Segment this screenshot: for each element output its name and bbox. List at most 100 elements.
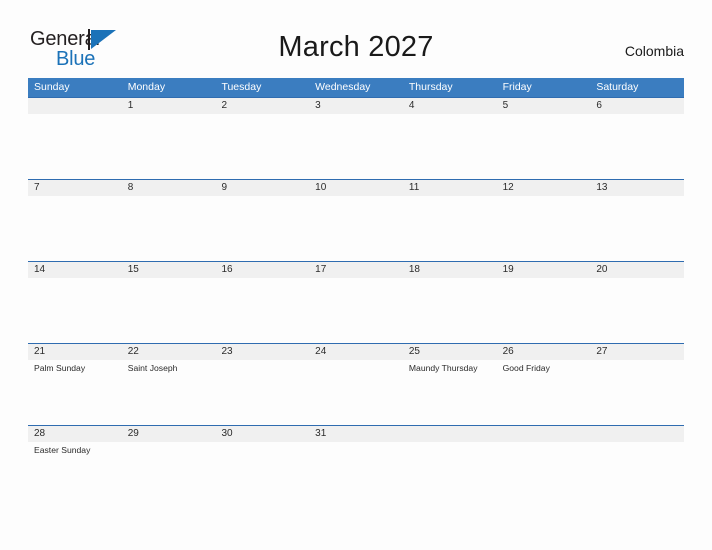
day-cell[interactable] — [122, 196, 216, 261]
day-cell[interactable] — [215, 196, 309, 261]
weekday-header-sunday: Sunday — [34, 81, 70, 93]
day-cell[interactable] — [590, 196, 684, 261]
weekday-header-thursday: Thursday — [408, 81, 453, 93]
page-title: March 2027 — [278, 31, 434, 63]
day-cell[interactable] — [497, 442, 591, 507]
day-cell[interactable] — [403, 278, 497, 343]
week-row: 21 22 23 24 25 26 27 Palm Sunday Saint J… — [28, 343, 684, 425]
day-number[interactable]: 3 — [309, 98, 403, 114]
weekday-header-monday: Monday — [127, 81, 166, 93]
day-number[interactable]: 11 — [403, 180, 497, 196]
day-cell[interactable] — [215, 442, 309, 507]
day-number[interactable]: 12 — [497, 180, 591, 196]
day-cell[interactable] — [309, 360, 403, 425]
day-number[interactable]: 21 — [28, 344, 122, 360]
day-number[interactable] — [28, 98, 122, 114]
day-number[interactable]: 1 — [122, 98, 216, 114]
page-header: General Blue March 2027 Colombia — [0, 0, 712, 76]
day-cell[interactable] — [28, 114, 122, 179]
weekday-header-tuesday: Tuesday — [221, 81, 262, 93]
day-number[interactable]: 20 — [590, 262, 684, 278]
day-number[interactable]: 13 — [590, 180, 684, 196]
day-number[interactable]: 27 — [590, 344, 684, 360]
day-cell[interactable] — [28, 278, 122, 343]
day-cell[interactable]: Palm Sunday — [28, 360, 122, 425]
week-date-band: 21 22 23 24 25 26 27 — [28, 344, 684, 360]
day-number[interactable]: 14 — [28, 262, 122, 278]
day-number[interactable]: 22 — [122, 344, 216, 360]
day-cell[interactable]: Maundy Thursday — [403, 360, 497, 425]
day-number[interactable] — [497, 426, 591, 442]
day-cell[interactable] — [309, 196, 403, 261]
day-cell[interactable] — [403, 114, 497, 179]
day-number[interactable]: 15 — [122, 262, 216, 278]
day-cell[interactable] — [497, 196, 591, 261]
day-number[interactable]: 24 — [309, 344, 403, 360]
calendar-page: General Blue March 2027 Colombia Sunday … — [0, 0, 712, 550]
day-cell[interactable]: Good Friday — [497, 360, 591, 425]
event-label: Good Friday — [502, 363, 550, 373]
day-number[interactable]: 31 — [309, 426, 403, 442]
day-number[interactable]: 30 — [215, 426, 309, 442]
day-number[interactable]: 29 — [122, 426, 216, 442]
day-cell[interactable] — [403, 442, 497, 507]
day-number[interactable]: 10 — [309, 180, 403, 196]
day-cell[interactable] — [590, 278, 684, 343]
week-date-band: 14 15 16 17 18 19 20 — [28, 262, 684, 278]
weekday-header-saturday: Saturday — [596, 81, 639, 93]
day-number[interactable]: 28 — [28, 426, 122, 442]
week-row: 7 8 9 10 11 12 13 — [28, 179, 684, 261]
day-number[interactable]: 9 — [215, 180, 309, 196]
weekday-header-friday: Friday — [502, 81, 532, 93]
week-date-band: 7 8 9 10 11 12 13 — [28, 180, 684, 196]
day-cell[interactable] — [215, 360, 309, 425]
day-number[interactable]: 26 — [497, 344, 591, 360]
week-event-band — [28, 196, 684, 261]
week-event-band — [28, 278, 684, 343]
day-number[interactable]: 2 — [215, 98, 309, 114]
day-number[interactable]: 18 — [403, 262, 497, 278]
day-number[interactable]: 5 — [497, 98, 591, 114]
day-number[interactable]: 7 — [28, 180, 122, 196]
day-cell[interactable] — [590, 442, 684, 507]
day-cell[interactable] — [28, 196, 122, 261]
week-event-band — [28, 114, 684, 179]
week-row: 14 15 16 17 18 19 20 — [28, 261, 684, 343]
day-cell[interactable] — [215, 278, 309, 343]
day-cell[interactable] — [497, 278, 591, 343]
day-number[interactable]: 25 — [403, 344, 497, 360]
day-cell[interactable] — [309, 114, 403, 179]
day-cell[interactable] — [122, 442, 216, 507]
event-label: Easter Sunday — [34, 445, 91, 455]
day-cell[interactable] — [590, 360, 684, 425]
day-cell[interactable]: Saint Joseph — [122, 360, 216, 425]
day-number[interactable]: 17 — [309, 262, 403, 278]
event-label: Palm Sunday — [34, 363, 86, 373]
day-cell[interactable] — [215, 114, 309, 179]
day-number[interactable]: 16 — [215, 262, 309, 278]
weekday-header-row: Sunday Monday Tuesday Wednesday Thursday… — [28, 78, 684, 97]
day-cell[interactable] — [309, 278, 403, 343]
day-number[interactable] — [403, 426, 497, 442]
week-event-band: Easter Sunday — [28, 442, 684, 507]
day-cell[interactable] — [497, 114, 591, 179]
calendar-grid: Sunday Monday Tuesday Wednesday Thursday… — [28, 78, 684, 507]
week-row: 1 2 3 4 5 6 — [28, 97, 684, 179]
day-cell[interactable] — [122, 114, 216, 179]
day-cell[interactable] — [590, 114, 684, 179]
day-number[interactable]: 4 — [403, 98, 497, 114]
day-number[interactable]: 8 — [122, 180, 216, 196]
day-cell[interactable] — [403, 196, 497, 261]
weekday-header-wednesday: Wednesday — [315, 81, 371, 93]
event-label: Saint Joseph — [127, 363, 178, 373]
week-date-band: 28 29 30 31 — [28, 426, 684, 442]
day-number[interactable]: 19 — [497, 262, 591, 278]
day-number[interactable]: 6 — [590, 98, 684, 114]
day-cell[interactable] — [309, 442, 403, 507]
day-number[interactable]: 23 — [215, 344, 309, 360]
country-label: Colombia — [624, 43, 684, 59]
week-row: 28 29 30 31 Easter Sunday — [28, 425, 684, 507]
day-cell[interactable]: Easter Sunday — [28, 442, 122, 507]
day-number[interactable] — [590, 426, 684, 442]
day-cell[interactable] — [122, 278, 216, 343]
